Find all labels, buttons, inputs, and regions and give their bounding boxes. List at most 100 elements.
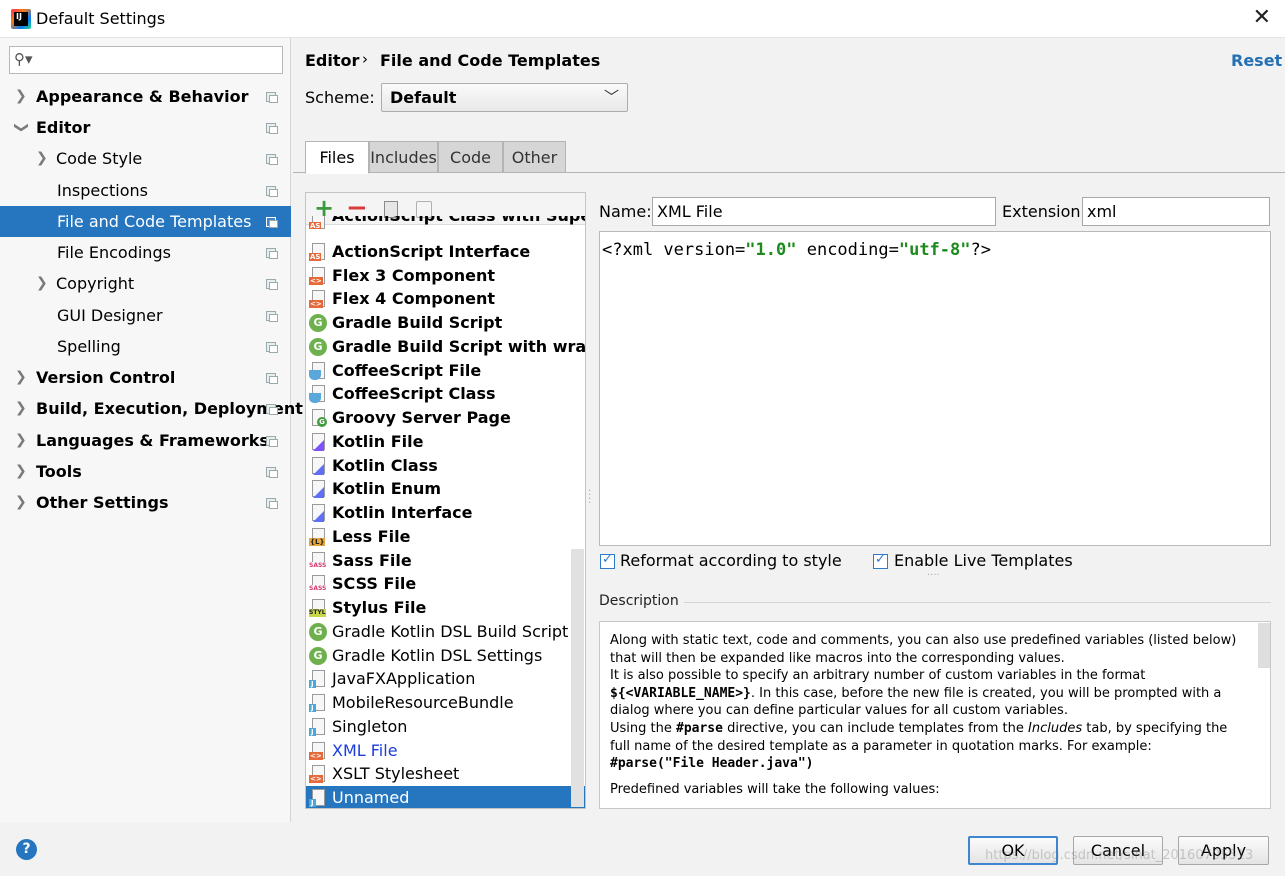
template-extension-input[interactable]: [1082, 197, 1270, 226]
title-bar: IJ Default Settings ✕: [0, 0, 1285, 38]
sidebar-item-inspections[interactable]: Inspections: [0, 175, 291, 206]
sidebar-item-spelling[interactable]: Spelling: [0, 331, 291, 362]
list-item[interactable]: Less File: [306, 525, 585, 549]
chevron-right-icon: ❯: [15, 432, 27, 448]
list-item[interactable]: Kotlin Enum: [306, 477, 585, 501]
list-item[interactable]: G Gradle Build Script: [306, 311, 585, 335]
watermark-text: https://blog.csdn.net/sinat_20160705513: [985, 848, 1254, 863]
splitter-handle[interactable]: ····: [588, 487, 591, 509]
sidebar-item-code-style[interactable]: ❯ Code Style: [0, 143, 291, 174]
kotlin-file-icon: [309, 433, 327, 451]
list-item[interactable]: MobileResourceBundle: [306, 691, 585, 715]
sidebar-item-other-settings[interactable]: ❯ Other Settings: [0, 487, 291, 518]
code-line: <?xml version="1.0" encoding="utf-8"?>: [602, 240, 991, 260]
groovy-server-page-icon: [309, 409, 327, 427]
chevron-right-icon: ❯: [15, 463, 27, 479]
project-scope-icon: [266, 404, 278, 415]
breadcrumb-parent: Editor: [305, 51, 360, 70]
list-item[interactable]: Stylus File: [306, 596, 585, 620]
close-icon[interactable]: ✕: [1253, 5, 1271, 30]
java-file-icon: [309, 718, 327, 736]
stylus-file-icon: [309, 599, 327, 617]
sidebar-item-tools[interactable]: ❯ Tools: [0, 456, 291, 487]
sidebar-item-build-execution-deployment[interactable]: ❯ Build, Execution, Deployment: [0, 393, 303, 424]
reformat-checkbox[interactable]: [600, 552, 615, 569]
project-scope-icon: [266, 498, 278, 509]
list-item[interactable]: G Gradle Build Script with wrapper: [306, 335, 585, 359]
help-icon[interactable]: ?: [16, 839, 37, 860]
xml-file-icon: [309, 765, 327, 783]
list-item[interactable]: Kotlin Interface: [306, 501, 585, 525]
list-item[interactable]: Kotlin Class: [306, 454, 585, 478]
description-panel: Along with static text, code and comment…: [599, 621, 1271, 809]
intellij-app-icon: IJ: [11, 9, 31, 29]
gradle-icon: G: [309, 314, 327, 332]
list-item[interactable]: XSLT Stylesheet: [306, 762, 585, 786]
chevron-right-icon: ❯: [36, 275, 48, 291]
actionscript-file-icon: [309, 243, 327, 261]
list-item[interactable]: JavaFXApplication: [306, 667, 585, 691]
sidebar-item-languages-frameworks[interactable]: ❯ Languages & Frameworks: [0, 425, 291, 456]
list-item[interactable]: Sass File: [306, 549, 585, 573]
chevron-right-icon: ❯: [15, 88, 27, 104]
list-item[interactable]: XML File: [306, 739, 585, 763]
sidebar-item-file-encodings[interactable]: File Encodings: [0, 237, 291, 268]
list-item[interactable]: G Gradle Kotlin DSL Settings: [306, 644, 585, 668]
tab-code[interactable]: Code: [438, 141, 503, 173]
scheme-dropdown[interactable]: Default ﹀: [381, 83, 628, 112]
list-item[interactable]: G Gradle Kotlin DSL Build Script: [306, 620, 585, 644]
sass-file-icon: [309, 552, 327, 570]
project-scope-icon: [266, 123, 278, 134]
xml-file-icon: [309, 267, 327, 285]
live-templates-checkbox[interactable]: [873, 552, 888, 569]
template-name-input[interactable]: [652, 197, 996, 226]
live-templates-label: Enable Live Templates: [894, 551, 1073, 570]
sidebar-item-version-control[interactable]: ❯ Version Control: [0, 362, 291, 393]
sidebar-item-editor[interactable]: ❯ Editor: [0, 112, 291, 143]
breadcrumb-separator: ›: [362, 50, 368, 68]
list-item[interactable]: Groovy Server Page: [306, 406, 585, 430]
list-item[interactable]: Kotlin File: [306, 430, 585, 454]
description-title: Description: [599, 593, 679, 609]
project-scope-icon: [266, 248, 278, 259]
kotlin-file-icon: [309, 504, 327, 522]
list-item[interactable]: Singleton: [306, 715, 585, 739]
tab-files[interactable]: Files: [305, 141, 369, 174]
sidebar-item-copyright[interactable]: ❯ Copyright: [0, 268, 291, 299]
sidebar-item-gui-designer[interactable]: GUI Designer: [0, 300, 291, 331]
sidebar-item-appearance-behavior[interactable]: ❯ Appearance & Behavior: [0, 81, 291, 112]
splitter-handle[interactable]: ····: [927, 571, 940, 581]
chevron-right-icon: ❯: [15, 494, 27, 510]
sidebar-item-file-and-code-templates[interactable]: File and Code Templates: [0, 206, 291, 237]
template-code-editor[interactable]: <?xml version="1.0" encoding="utf-8"?>: [599, 231, 1271, 546]
list-item[interactable]: CoffeeScript File: [306, 359, 585, 383]
template-list-scrollbar[interactable]: [571, 549, 584, 807]
project-scope-icon: [266, 154, 278, 165]
list-item[interactable]: ActionScript Interface: [306, 240, 585, 264]
list-item[interactable]: Unnamed: [306, 786, 585, 808]
scss-file-icon: [309, 575, 327, 593]
list-item[interactable]: Flex 3 Component: [306, 264, 585, 288]
project-scope-icon: [266, 186, 278, 197]
description-divider: [684, 602, 1271, 603]
project-scope-icon: [266, 436, 278, 447]
list-item[interactable]: CoffeeScript Class: [306, 382, 585, 406]
description-scrollbar[interactable]: [1258, 623, 1270, 668]
chevron-right-icon: ❯: [15, 369, 27, 385]
scheme-value: Default: [390, 88, 457, 107]
list-item[interactable]: SCSS File: [306, 572, 585, 596]
list-item[interactable]: ActionScript Class with Supers: [306, 216, 585, 229]
tab-other[interactable]: Other: [503, 141, 566, 173]
tab-includes[interactable]: Includes: [369, 141, 438, 173]
extension-label: Extension:: [1002, 202, 1086, 221]
list-item[interactable]: Flex 4 Component: [306, 287, 585, 311]
settings-search-input[interactable]: ⚲▾: [9, 46, 283, 74]
chevron-down-icon: ❯: [13, 121, 30, 134]
coffeescript-file-icon: [309, 362, 327, 380]
project-scope-icon: [266, 279, 278, 290]
reset-link[interactable]: Reset: [1231, 51, 1282, 70]
window-title: Default Settings: [36, 9, 166, 28]
description-text: Along with static text, code and comment…: [610, 633, 1237, 797]
chevron-down-icon: ﹀: [603, 88, 619, 106]
xml-file-icon: [309, 742, 327, 760]
